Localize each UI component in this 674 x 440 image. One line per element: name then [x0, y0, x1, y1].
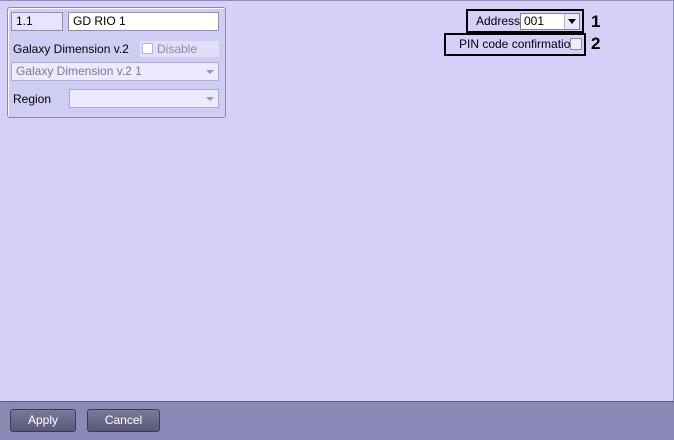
address-value: 001 — [524, 14, 545, 28]
parent-object-value: Galaxy Dimension v.2 1 — [16, 64, 142, 78]
address-select[interactable]: 001 — [520, 13, 580, 30]
callout-number-2: 2 — [591, 34, 601, 53]
window-top-border — [0, 0, 674, 1]
bottom-toolbar: Apply Cancel — [0, 401, 674, 440]
pin-code-confirmation-label: PIN code confirmation — [459, 37, 578, 51]
disable-checkbox[interactable]: Disable — [140, 41, 219, 57]
pin-code-confirmation-checkbox[interactable] — [570, 38, 582, 50]
dropdown-arrow-icon — [206, 97, 214, 101]
parent-object-select[interactable]: Galaxy Dimension v.2 1 — [11, 62, 219, 81]
region-label: Region — [13, 92, 52, 106]
checkbox-icon — [142, 43, 153, 55]
apply-button[interactable]: Apply — [10, 409, 76, 432]
dropdown-arrow-icon — [206, 70, 214, 74]
callout-number-1: 1 — [591, 12, 601, 31]
disable-label: Disable — [157, 42, 198, 56]
region-select[interactable] — [69, 89, 219, 108]
object-panel: 1.1 GD RIO 1 Galaxy Dimension v.2 Disabl… — [7, 7, 226, 118]
address-setting-highlight: Address: 001 — [466, 9, 584, 33]
object-name-field[interactable]: GD RIO 1 — [68, 12, 219, 31]
address-label: Address: — [476, 14, 524, 28]
cancel-button[interactable]: Cancel — [87, 409, 160, 432]
object-id-field[interactable]: 1.1 — [11, 12, 63, 31]
dropdown-arrow-icon[interactable] — [564, 14, 579, 29]
pin-setting-highlight: PIN code confirmation — [444, 33, 586, 56]
object-type-label: Galaxy Dimension v.2 — [13, 42, 129, 56]
